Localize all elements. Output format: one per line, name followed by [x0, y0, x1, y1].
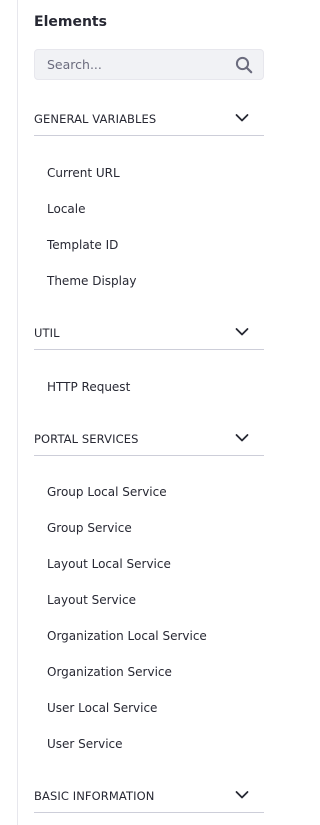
section-header-general-variables[interactable]: GENERAL VARIABLES	[34, 105, 264, 136]
section-label: UTIL	[34, 326, 60, 340]
chevron-down-icon	[235, 434, 249, 442]
element-item-current-url[interactable]: Current URL	[47, 165, 120, 181]
section-label: PORTAL SERVICES	[34, 432, 139, 446]
element-item-group-service[interactable]: Group Service	[47, 520, 132, 536]
chevron-down-icon	[235, 328, 249, 336]
chevron-down-icon	[235, 791, 249, 799]
elements-sidebar: Elements GENERAL VARIABLES Current URL L…	[0, 0, 270, 825]
search-input[interactable]	[35, 50, 225, 79]
section-label: GENERAL VARIABLES	[34, 112, 157, 126]
section-header-util[interactable]: UTIL	[34, 319, 264, 350]
search-box	[34, 49, 264, 80]
element-item-theme-display[interactable]: Theme Display	[47, 273, 136, 289]
element-item-http-request[interactable]: HTTP Request	[47, 379, 130, 395]
element-item-layout-service[interactable]: Layout Service	[47, 592, 136, 608]
section-header-basic-information[interactable]: BASIC INFORMATION	[34, 782, 264, 813]
element-item-layout-local-service[interactable]: Layout Local Service	[47, 556, 171, 572]
section-label: BASIC INFORMATION	[34, 789, 155, 803]
element-item-locale[interactable]: Locale	[47, 201, 85, 217]
element-item-user-service[interactable]: User Service	[47, 736, 123, 752]
element-item-group-local-service[interactable]: Group Local Service	[47, 484, 167, 500]
sidebar-left-border	[17, 0, 18, 825]
section-header-portal-services[interactable]: PORTAL SERVICES	[34, 425, 264, 456]
element-item-template-id[interactable]: Template ID	[47, 237, 118, 253]
element-item-organization-local-service[interactable]: Organization Local Service	[47, 628, 207, 644]
element-item-user-local-service[interactable]: User Local Service	[47, 700, 157, 716]
element-item-organization-service[interactable]: Organization Service	[47, 664, 172, 680]
panel-title: Elements	[34, 14, 107, 30]
chevron-down-icon	[235, 114, 249, 122]
search-icon[interactable]	[235, 56, 253, 74]
